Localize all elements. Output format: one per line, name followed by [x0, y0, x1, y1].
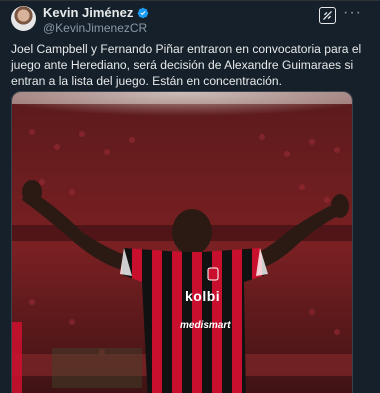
photo-illustration	[12, 92, 352, 393]
tweet-media-photo[interactable]: kolbi medismart	[11, 91, 353, 393]
author-handle[interactable]: @KevinJimenezCR	[43, 21, 149, 35]
verified-badge-icon	[138, 7, 149, 18]
grok-icon[interactable]	[319, 7, 336, 24]
jersey-sponsor-medismart: medismart	[180, 320, 231, 331]
more-options-icon[interactable]: ···	[343, 5, 362, 21]
author-name[interactable]: Kevin Jiménez	[43, 5, 133, 20]
avatar[interactable]	[11, 6, 36, 31]
tweet-text: Joel Campbell y Fernando Piñar entraron …	[11, 42, 362, 89]
tweet-card: Kevin Jiménez @KevinJimenezCR ··· Joel C…	[0, 0, 380, 393]
jersey-sponsor-kolbi: kolbi	[185, 288, 221, 304]
top-divider	[0, 0, 380, 1]
author-block: Kevin Jiménez @KevinJimenezCR	[43, 5, 149, 35]
